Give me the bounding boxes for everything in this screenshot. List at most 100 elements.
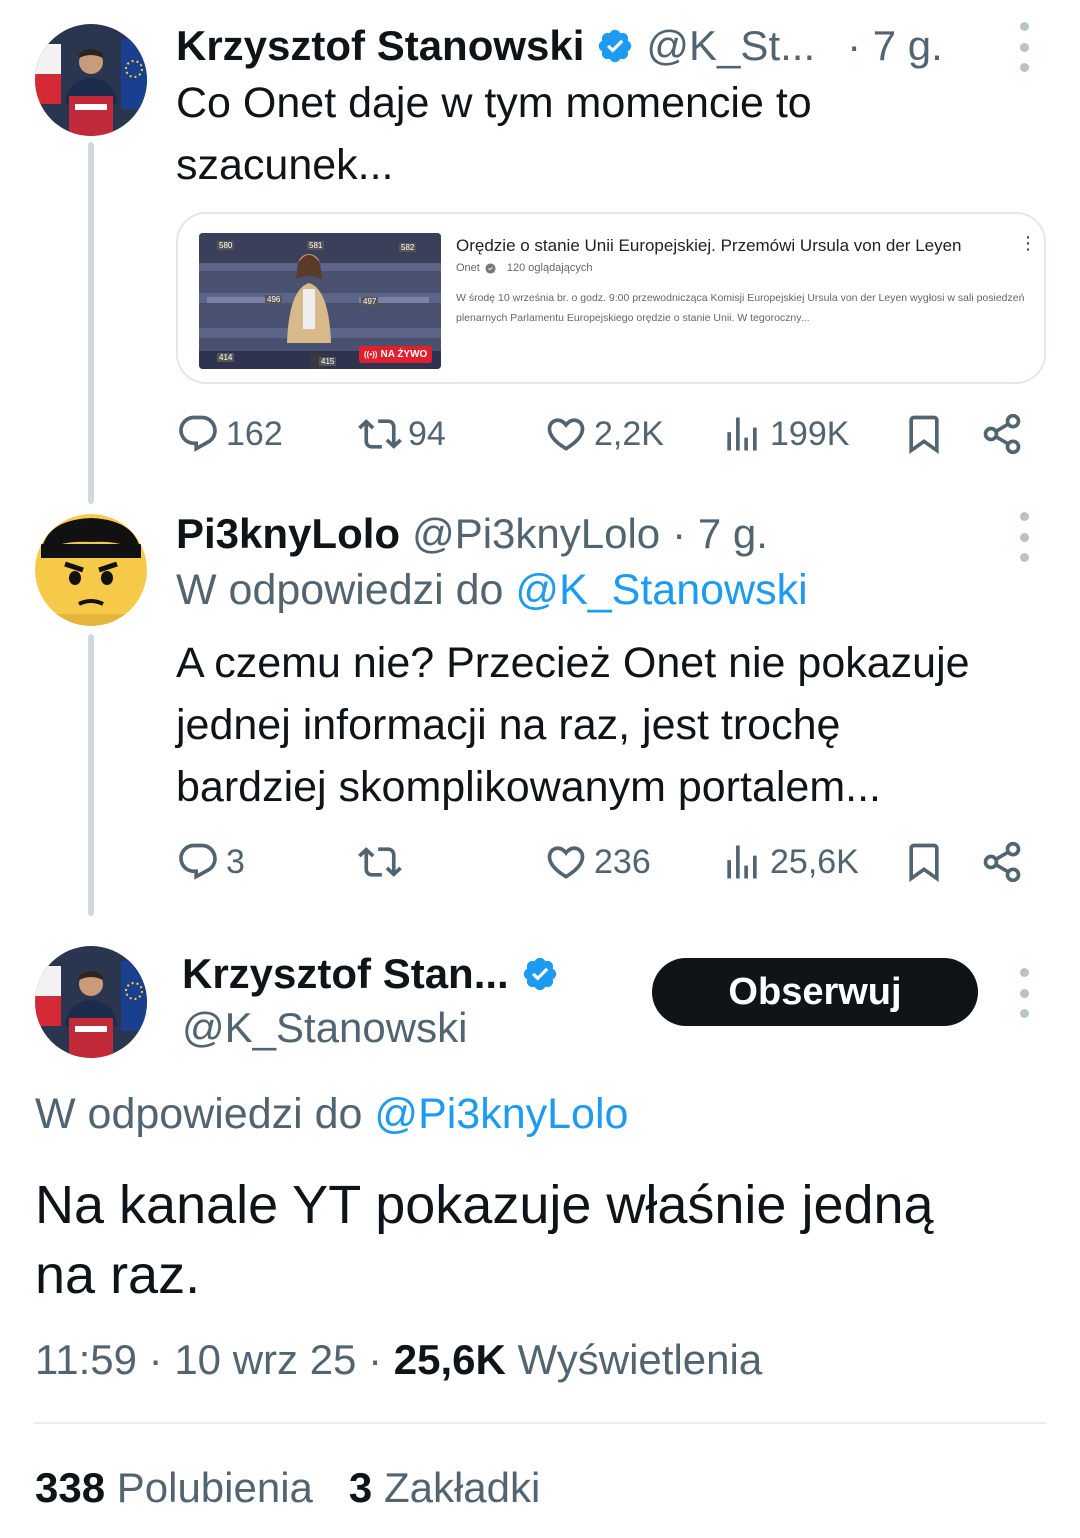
tweet1-header: Krzysztof Stanowski @K_St... · 7 g.: [176, 18, 943, 74]
video-link-card[interactable]: 580 581 582 496 497 414 415 ((•)) NA ŻYW…: [176, 212, 1046, 384]
reply-handle-link[interactable]: @Pi3knyLolo: [374, 1090, 628, 1138]
meta-separator: ·: [368, 1336, 394, 1383]
views-count: 25,6K: [770, 842, 859, 881]
tweet-text-line: bardziej skomplikowanym portalem...: [176, 763, 881, 811]
author-handle[interactable]: @K_St...: [646, 22, 815, 70]
tweet-time[interactable]: · 7 g.: [847, 22, 943, 70]
author-handle[interactable]: @Pi3knyLolo: [412, 510, 660, 558]
thread-line-2: [88, 634, 94, 916]
seat-label: 496: [265, 295, 283, 304]
tweet-text-line: Na kanale YT pokazuje właśnie jedną: [35, 1175, 934, 1235]
tweet2-actions: 3 236 25,6K: [176, 840, 1036, 890]
avatar-krzysztof-stanowski[interactable]: [35, 24, 147, 136]
tweet-text-line: szacunek...: [176, 141, 394, 189]
reply-handle-link[interactable]: @K_Stanowski: [515, 566, 807, 614]
main-tweet-text: Na kanale YT pokazuje właśnie jedną na r…: [35, 1170, 934, 1310]
divider: [34, 1422, 1046, 1424]
repost-button[interactable]: [358, 840, 408, 884]
card-viewers: 120 oglądających: [506, 262, 593, 274]
like-icon: [547, 846, 585, 879]
repost-button[interactable]: 94: [358, 412, 446, 456]
reply-context: W odpowiedzi do @K_Stanowski: [176, 566, 808, 615]
views-count: 25,6K: [393, 1336, 506, 1383]
likes-count: 338: [35, 1464, 106, 1511]
bookmarks-label: Zakładki: [383, 1464, 541, 1511]
bookmark-button[interactable]: [902, 840, 946, 884]
main-author: Krzysztof Stan... @K_Stanowski: [182, 946, 559, 1052]
video-thumbnail: 580 581 582 496 497 414 415 ((•)) NA ŻYW…: [199, 233, 441, 369]
views-button[interactable]: 199K: [720, 412, 849, 456]
likes-stat[interactable]: 338 Polubienia: [35, 1464, 313, 1512]
tweet-time[interactable]: 11:59: [35, 1336, 137, 1383]
tweet2-text: A czemu nie? Przecież Onet nie pokazuje …: [176, 632, 970, 818]
repost-icon: [358, 847, 402, 877]
bookmark-icon: [909, 415, 939, 455]
seat-label: 580: [217, 241, 235, 250]
card-meta: Onet 120 oglądających: [456, 262, 592, 274]
card-description: W środę 10 września br. o godz. 9:00 prz…: [456, 292, 1025, 324]
author-name[interactable]: Krzysztof Stanowski: [176, 22, 584, 70]
reply-icon: [179, 415, 217, 452]
bookmarks-count: 3: [348, 1464, 373, 1511]
tweet-date[interactable]: 10 wrz 25: [174, 1336, 356, 1383]
tweet1-text: Co Onet daje w tym momencie to szacunek.…: [176, 72, 812, 196]
seat-label: 414: [217, 353, 235, 362]
live-badge: ((•)) NA ŻYWO: [359, 346, 433, 363]
more-icon[interactable]: [1017, 968, 1031, 1018]
card-title: Orędzie o stanie Unii Europejskiej. Prze…: [456, 236, 962, 255]
bookmark-icon: [909, 843, 939, 883]
repost-icon: [358, 419, 402, 449]
bookmark-button[interactable]: [902, 412, 946, 456]
share-button[interactable]: [980, 840, 1024, 884]
author-name[interactable]: Krzysztof Stan...: [182, 950, 509, 998]
reply-prefix: W odpowiedzi do: [176, 566, 504, 614]
reply-icon: [179, 843, 217, 880]
repost-count: 94: [408, 414, 446, 453]
tweet1-actions: 162 94 2,2K 199K: [176, 412, 1036, 462]
live-icon: ((•)): [364, 350, 378, 359]
like-count: 236: [594, 842, 651, 881]
verified-badge-icon: [599, 29, 632, 63]
views-button[interactable]: 25,6K: [720, 840, 859, 884]
card-more-icon[interactable]: ⋮: [1019, 234, 1037, 252]
tweet-text-line: jednej informacji na raz, jest trochę: [176, 701, 841, 749]
share-icon: [983, 413, 1021, 455]
reply-count: 3: [226, 842, 245, 881]
tweet2-header: Pi3knyLolo @Pi3knyLolo · 7 g.: [176, 506, 768, 562]
follow-button[interactable]: Obserwuj: [652, 958, 978, 1026]
reply-button[interactable]: 3: [176, 840, 245, 884]
seat-label: 497: [361, 297, 379, 306]
author-name[interactable]: Pi3knyLolo: [176, 510, 400, 558]
likes-label: Polubienia: [116, 1464, 313, 1511]
tweet-meta: 11:59 · 10 wrz 25 · 25,6K Wyświetlenia: [35, 1336, 762, 1384]
like-button[interactable]: 236: [544, 840, 651, 884]
card-channel: Onet: [456, 262, 480, 274]
tweet-text-line: Co Onet daje w tym momencie to: [176, 79, 812, 127]
thread-line-1: [88, 142, 94, 504]
verified-badge-icon: [523, 957, 556, 991]
author-handle[interactable]: @K_Stanowski: [182, 1004, 559, 1052]
share-button[interactable]: [980, 412, 1024, 456]
live-label: NA ŻYWO: [380, 349, 428, 360]
views-icon: [727, 845, 757, 879]
views-icon: [727, 417, 757, 451]
avatar-krzysztof-stanowski[interactable]: [35, 946, 147, 1058]
avatar-pi3knylolo[interactable]: [35, 514, 147, 626]
tweet-text-line: A czemu nie? Przecież Onet nie pokazuje: [176, 639, 970, 687]
engagement-stats: 338 Polubienia 3 Zakładki: [35, 1464, 540, 1512]
views-count: 199K: [770, 414, 850, 453]
views-label: Wyświetlenia: [517, 1336, 763, 1383]
meta-separator: ·: [148, 1336, 175, 1383]
more-icon[interactable]: [1017, 512, 1031, 562]
reply-count: 162: [226, 414, 283, 453]
tweet-text-line: na raz.: [35, 1245, 201, 1305]
like-icon: [547, 418, 585, 451]
reply-context: W odpowiedzi do @Pi3knyLolo: [35, 1090, 628, 1139]
channel-verified-icon: [485, 262, 496, 274]
bookmarks-stat[interactable]: 3 Zakładki: [349, 1464, 540, 1512]
reply-button[interactable]: 162: [176, 412, 283, 456]
more-icon[interactable]: [1017, 22, 1031, 72]
tweet-time[interactable]: · 7 g.: [672, 510, 768, 558]
like-button[interactable]: 2,2K: [544, 412, 664, 456]
seat-label: 581: [307, 241, 325, 250]
